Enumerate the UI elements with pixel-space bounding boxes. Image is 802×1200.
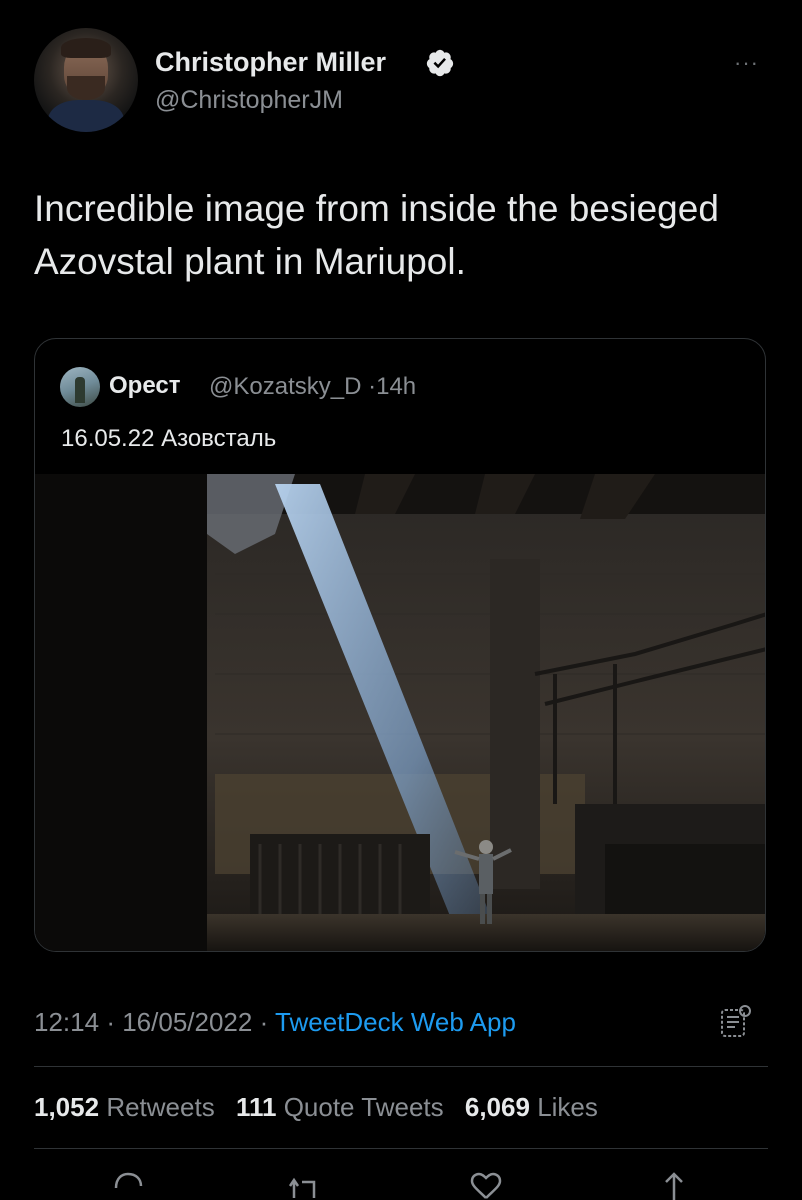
quoted-author-name: Орест	[109, 372, 181, 399]
quoted-author-handle: @Kozatsky_D	[209, 373, 362, 400]
retweets-stat[interactable]: 1,052 Retweets	[34, 1092, 215, 1122]
divider	[34, 1066, 768, 1067]
tweet-date[interactable]: 16/05/2022	[122, 1007, 252, 1037]
more-icon[interactable]: ···	[734, 50, 759, 76]
tweetdeck-icon[interactable]	[719, 1005, 751, 1039]
verified-badge-icon	[426, 49, 454, 77]
divider	[34, 1148, 768, 1149]
likes-label: Likes	[537, 1092, 598, 1122]
quote-tweets-stat[interactable]: 111 Quote Tweets	[236, 1092, 444, 1122]
tweet-meta: 12:14 · 16/05/2022 · TweetDeck Web App	[34, 1007, 516, 1038]
quoted-tweet-card[interactable]: Орест @Kozatsky_D ·14h 16.05.22 Азовстал…	[34, 338, 766, 952]
author-avatar[interactable]	[34, 28, 138, 132]
quoted-time: 14h	[376, 373, 417, 400]
tweet-stats: 1,052 Retweets 111 Quote Tweets 6,069 Li…	[34, 1092, 598, 1123]
quoted-author-avatar	[60, 367, 100, 407]
author-name[interactable]: Christopher Miller	[155, 47, 386, 78]
retweets-count: 1,052	[34, 1092, 100, 1122]
quote-tweets-label: Quote Tweets	[283, 1092, 444, 1122]
quoted-author-meta: @Kozatsky_D ·14h	[209, 373, 416, 401]
meta-separator: ·	[259, 1007, 269, 1037]
retweet-icon[interactable]	[284, 1168, 324, 1200]
quote-tweets-count: 111	[235, 1092, 277, 1122]
tweet-source-link[interactable]: TweetDeck Web App	[275, 1007, 516, 1037]
meta-separator: ·	[368, 373, 377, 400]
share-icon[interactable]	[654, 1168, 694, 1200]
author-handle[interactable]: @ChristopherJM	[155, 86, 343, 115]
reply-icon[interactable]	[108, 1168, 148, 1200]
likes-stat[interactable]: 6,069 Likes	[465, 1092, 598, 1122]
tweet-time: 12:14	[34, 1007, 100, 1037]
quoted-tweet-text: 16.05.22 Азовсталь	[61, 425, 277, 452]
retweets-label: Retweets	[106, 1092, 215, 1122]
meta-separator: ·	[106, 1007, 115, 1037]
like-icon[interactable]	[466, 1168, 506, 1200]
tweet-text: Incredible image from inside the besiege…	[34, 188, 719, 282]
likes-count: 6,069	[464, 1092, 530, 1122]
quoted-tweet-photo[interactable]	[35, 474, 766, 952]
